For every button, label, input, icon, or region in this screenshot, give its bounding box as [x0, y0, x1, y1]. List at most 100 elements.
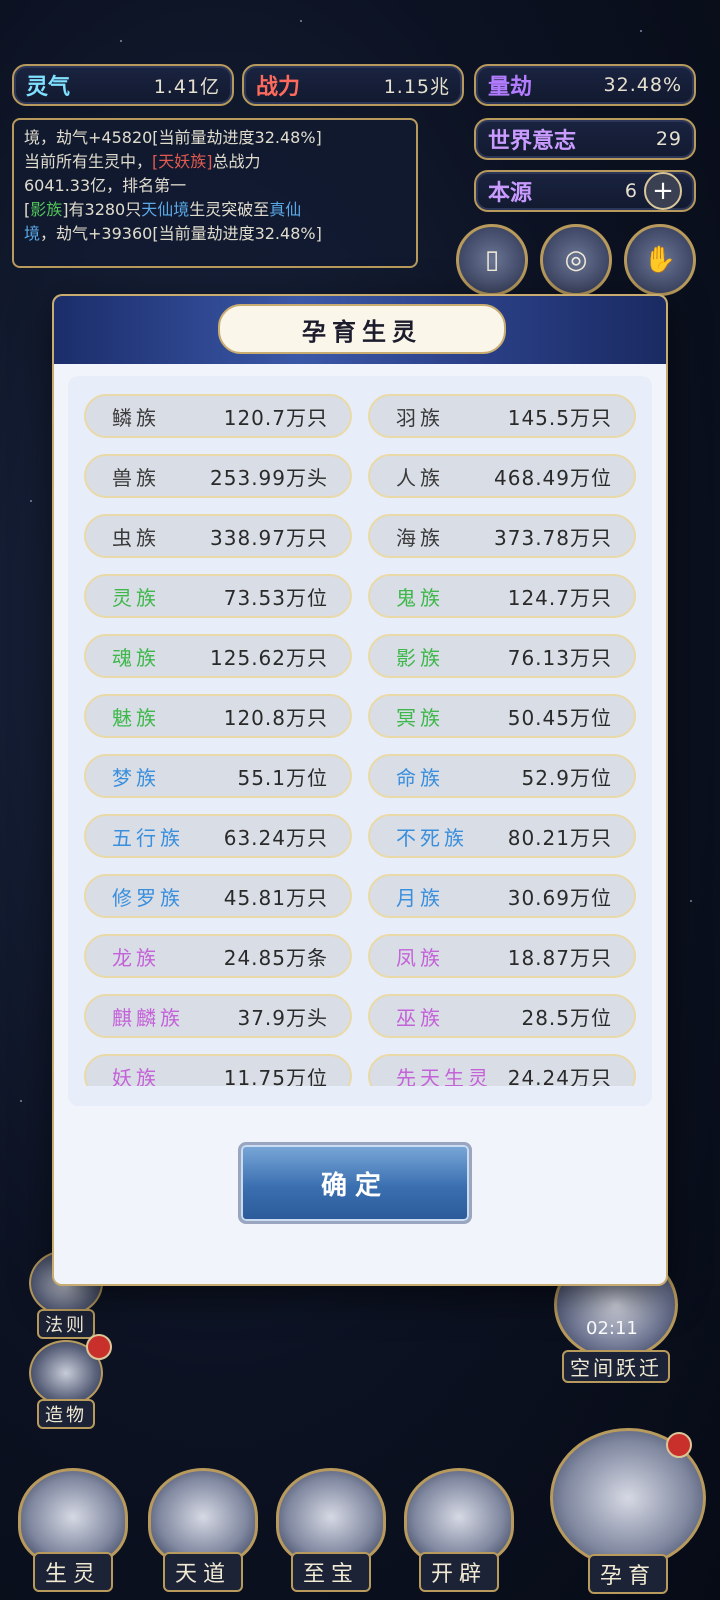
race-name: 灵族	[112, 585, 160, 610]
log-line: 当前所有生灵中，[天妖族]总战力	[24, 152, 261, 171]
log-line: 境，劫气+39360[当前量劫进度32.48%]	[24, 224, 322, 243]
star	[120, 40, 122, 42]
race-name: 巫族	[396, 1005, 444, 1030]
race-amount: 11.75万位	[223, 1065, 328, 1087]
race-name: 魂族	[112, 645, 160, 670]
liangjie-label: 量劫	[488, 75, 533, 100]
star	[640, 30, 642, 32]
race-item[interactable]: 梦族 55.1万位	[84, 754, 352, 798]
liangjie-value: 32.48%	[603, 74, 682, 96]
nav-tiandao[interactable]: 天道	[144, 1468, 262, 1592]
zhanli-stat: 战力 1.15兆	[242, 64, 464, 106]
nav-yunyu[interactable]: 孕育	[548, 1428, 708, 1594]
star	[30, 500, 32, 502]
race-name: 先天生灵	[396, 1065, 492, 1087]
race-item[interactable]: 龙族 24.85万条	[84, 934, 352, 978]
race-name: 鬼族	[396, 585, 444, 610]
race-name: 妖族	[112, 1065, 160, 1087]
race-item[interactable]: 冥族 50.45万位	[368, 694, 636, 738]
race-name: 不死族	[396, 825, 468, 850]
star	[690, 900, 692, 902]
race-amount: 18.87万只	[507, 945, 612, 970]
race-name: 虫族	[112, 525, 160, 550]
race-item[interactable]: 麒麟族 37.9万头	[84, 994, 352, 1038]
race-item[interactable]: 虫族 338.97万只	[84, 514, 352, 558]
lingqi-value: 1.41亿	[153, 75, 220, 98]
nav-shengling[interactable]: 生灵	[14, 1468, 132, 1592]
race-item[interactable]: 羽族 145.5万只	[368, 394, 636, 438]
race-amount: 55.1万位	[237, 765, 328, 790]
race-item[interactable]: 五行族 63.24万只	[84, 814, 352, 858]
origin-stat: 本源 6 +	[474, 170, 696, 212]
nurture-modal: 孕育生灵 鳞族 120.7万只 羽族 145.5万只兽族 253.99万头 人族 468.4…	[54, 296, 666, 1284]
race-item[interactable]: 影族 76.13万只	[368, 634, 636, 678]
race-item[interactable]: 魂族 125.62万只	[84, 634, 352, 678]
race-amount: 76.13万只	[507, 645, 612, 670]
race-name: 冥族	[396, 705, 444, 730]
lingqi-label: 灵气	[26, 75, 71, 100]
race-amount: 45.81万只	[223, 885, 328, 910]
race-name: 兽族	[112, 465, 160, 490]
race-panel: 鳞族 120.7万只 羽族 145.5万只兽族 253.99万头 人族 468.49万位虫族…	[68, 376, 652, 1106]
nav-label: 生灵	[32, 1552, 113, 1592]
world-will-stat: 世界意志 29	[474, 118, 696, 160]
log-line: [影族]有3280只天仙境生灵突破至真仙	[24, 200, 302, 219]
event-log: 境，劫气+45820[当前量劫进度32.48%] 当前所有生灵中，[天妖族]总战…	[12, 118, 418, 268]
race-item[interactable]: 鳞族 120.7万只	[84, 394, 352, 438]
zhanli-label: 战力	[256, 75, 301, 100]
hand-icon[interactable]: ✋	[624, 224, 696, 296]
race-item[interactable]: 人族 468.49万位	[368, 454, 636, 498]
nav-kaipi[interactable]: 开辟	[400, 1468, 518, 1592]
vortex-icon[interactable]: ◎	[540, 224, 612, 296]
race-name: 凤族	[396, 945, 444, 970]
star	[20, 1100, 22, 1102]
race-item[interactable]: 月族 30.69万位	[368, 874, 636, 918]
race-name: 影族	[396, 645, 444, 670]
race-amount: 145.5万只	[507, 405, 612, 430]
race-amount: 468.49万位	[494, 465, 612, 490]
nav-label: 至宝	[290, 1552, 371, 1592]
race-item[interactable]: 不死族 80.21万只	[368, 814, 636, 858]
race-name: 修罗族	[112, 885, 184, 910]
race-amount: 80.21万只	[507, 825, 612, 850]
race-item[interactable]: 魅族 120.8万只	[84, 694, 352, 738]
race-item[interactable]: 巫族 28.5万位	[368, 994, 636, 1038]
race-item[interactable]: 海族 373.78万只	[368, 514, 636, 558]
race-amount: 63.24万只	[223, 825, 328, 850]
race-name: 鳞族	[112, 405, 160, 430]
modal-header: 孕育生灵	[54, 296, 666, 364]
race-item[interactable]: 鬼族 124.7万只	[368, 574, 636, 618]
race-item[interactable]: 修罗族 45.81万只	[84, 874, 352, 918]
confirm-button[interactable]: 确定	[238, 1142, 472, 1224]
race-item[interactable]: 先天生灵 24.24万只	[368, 1054, 636, 1086]
race-item[interactable]: 兽族 253.99万头	[84, 454, 352, 498]
race-name: 魅族	[112, 705, 160, 730]
origin-value: 6	[624, 180, 638, 202]
side-button-zaowu[interactable]: 造物	[28, 1334, 112, 1429]
book-icon[interactable]: ▯	[456, 224, 528, 296]
race-amount: 253.99万头	[210, 465, 328, 490]
log-line: 6041.33亿，排名第一	[24, 176, 187, 195]
liangjie-stat: 量劫 32.48%	[474, 64, 696, 106]
race-name: 羽族	[396, 405, 444, 430]
add-origin-button[interactable]: +	[644, 172, 682, 210]
race-amount: 30.69万位	[507, 885, 612, 910]
race-name: 命族	[396, 765, 444, 790]
nav-zhibao[interactable]: 至宝	[272, 1468, 390, 1592]
race-item[interactable]: 命族 52.9万位	[368, 754, 636, 798]
race-item[interactable]: 灵族 73.53万位	[84, 574, 352, 618]
race-item[interactable]: 妖族 11.75万位	[84, 1054, 352, 1086]
race-amount: 120.8万只	[223, 705, 328, 730]
race-amount: 28.5万位	[521, 1005, 612, 1030]
modal-title: 孕育生灵	[218, 304, 506, 354]
race-name: 人族	[396, 465, 444, 490]
world-will-label: 世界意志	[488, 129, 577, 154]
lingqi-stat: 灵气 1.41亿	[12, 64, 234, 106]
race-list[interactable]: 鳞族 120.7万只 羽族 145.5万只兽族 253.99万头 人族 468.49万位虫族…	[84, 394, 636, 1086]
race-amount: 24.24万只	[507, 1065, 612, 1087]
nav-label: 孕育	[587, 1554, 668, 1594]
race-item[interactable]: 凤族 18.87万只	[368, 934, 636, 978]
race-name: 龙族	[112, 945, 160, 970]
race-amount: 124.7万只	[507, 585, 612, 610]
race-name: 海族	[396, 525, 444, 550]
